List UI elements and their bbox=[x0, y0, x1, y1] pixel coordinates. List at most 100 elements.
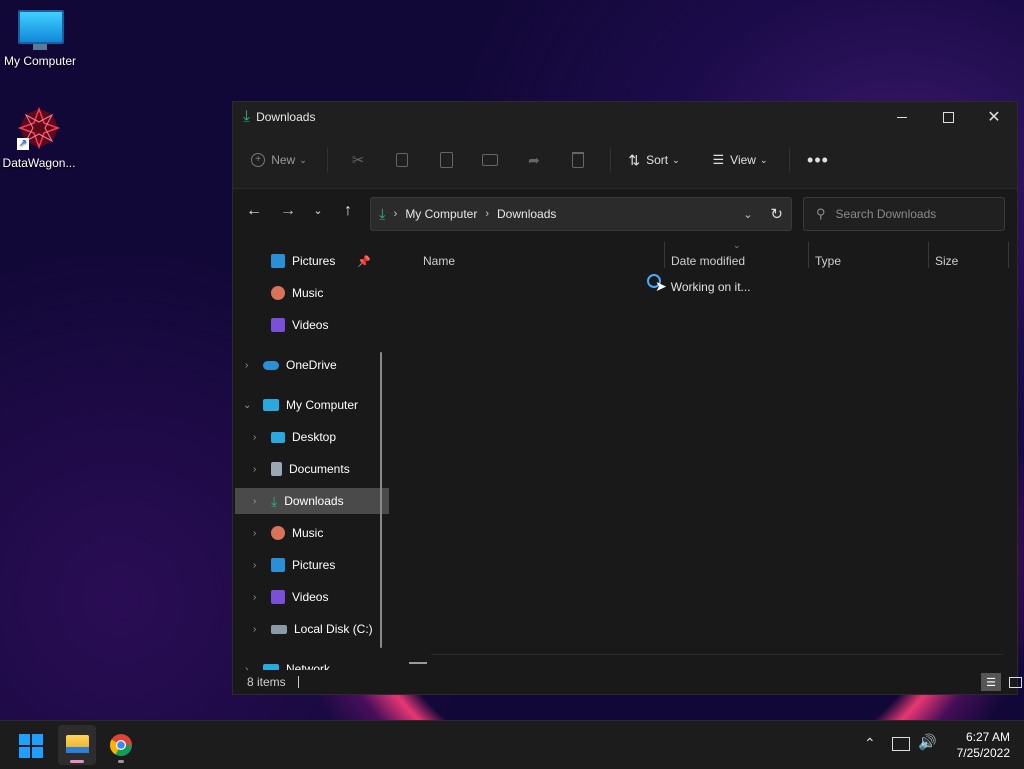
breadcrumb-my-computer[interactable]: My Computer bbox=[405, 207, 477, 221]
cloud-icon bbox=[263, 360, 279, 370]
desktop-icon-datawagon[interactable]: ↗ DataWagon... bbox=[0, 106, 79, 170]
taskbar-chrome-button[interactable] bbox=[104, 725, 138, 765]
nav-item-videos[interactable]: › Videos bbox=[235, 584, 389, 610]
column-divider[interactable] bbox=[808, 242, 809, 268]
nav-item-network[interactable]: › Network bbox=[235, 656, 389, 670]
more-options-button[interactable]: ••• bbox=[798, 144, 838, 176]
chevron-up-icon: ⌃ bbox=[864, 735, 876, 751]
nav-item-label: Local Disk (C:) bbox=[294, 622, 373, 636]
nav-item-pictures[interactable]: › Pictures bbox=[235, 552, 389, 578]
breadcrumb-downloads[interactable]: Downloads bbox=[497, 207, 556, 221]
details-view-button[interactable]: ☰ bbox=[981, 673, 1001, 691]
view-button[interactable]: ☰ View ⌄ bbox=[703, 144, 777, 176]
nav-item-label: Documents bbox=[289, 462, 350, 476]
sort-button-label: Sort bbox=[646, 153, 669, 167]
clock[interactable]: 6:27 AM 7/25/2022 bbox=[944, 729, 1010, 761]
show-hidden-icons-button[interactable]: ⌃ bbox=[864, 735, 876, 752]
chevron-right-icon: › bbox=[253, 495, 257, 507]
start-button[interactable] bbox=[18, 733, 44, 759]
minimize-button[interactable] bbox=[879, 102, 925, 132]
chevron-right-icon: › bbox=[253, 591, 257, 603]
folder-blue-band bbox=[66, 747, 89, 753]
file-explorer-window: ⤓ Downloads ✕ + New ⌄ ✂ ➦ ⇅ Sort ⌄ ☰ Vie… bbox=[232, 101, 1022, 695]
nav-item-my-computer[interactable]: ⌄ My Computer bbox=[235, 392, 389, 418]
running-indicator bbox=[118, 760, 124, 763]
status-divider bbox=[297, 676, 299, 688]
close-button[interactable]: ✕ bbox=[971, 102, 1017, 132]
delete-button[interactable] bbox=[558, 144, 598, 176]
copy-button[interactable] bbox=[382, 144, 422, 176]
view-button-label: View bbox=[730, 153, 756, 167]
chevron-right-icon: › bbox=[393, 208, 398, 220]
chevron-down-icon: ⌄ bbox=[243, 399, 252, 411]
maximize-icon bbox=[942, 111, 954, 123]
nav-item-downloads[interactable]: › ⤓ Downloads bbox=[235, 488, 389, 514]
details-view-icon: ☰ bbox=[986, 676, 996, 689]
taskbar-file-explorer-button[interactable] bbox=[58, 725, 96, 765]
chevron-right-icon: › bbox=[253, 623, 257, 635]
refresh-button[interactable]: ↻ bbox=[770, 205, 783, 223]
column-divider[interactable] bbox=[928, 242, 929, 268]
file-list[interactable]: Name ⌄ Date modified Type Size ➤ Working… bbox=[391, 240, 1015, 670]
nav-item-music-quick[interactable]: Music bbox=[235, 280, 389, 306]
sort-button[interactable]: ⇅ Sort ⌄ bbox=[619, 144, 689, 176]
search-box[interactable]: ⚲ Search Downloads bbox=[803, 197, 1005, 231]
maximize-button[interactable] bbox=[925, 102, 971, 132]
share-button[interactable]: ➦ bbox=[514, 144, 554, 176]
nav-item-onedrive[interactable]: › OneDrive bbox=[235, 352, 389, 378]
new-button[interactable]: + New ⌄ bbox=[245, 144, 313, 176]
download-icon: ⤓ bbox=[271, 492, 278, 509]
share-icon: ➦ bbox=[528, 151, 540, 168]
column-divider[interactable] bbox=[664, 242, 665, 268]
scroll-track bbox=[431, 654, 1003, 655]
chevron-right-icon: › bbox=[253, 431, 257, 443]
documents-icon bbox=[271, 462, 282, 476]
nav-scrollbar[interactable] bbox=[380, 352, 382, 648]
search-icon: ⚲ bbox=[816, 206, 826, 221]
volume-tray-icon[interactable]: 🔊 bbox=[918, 733, 937, 751]
videos-icon bbox=[271, 590, 285, 604]
address-bar[interactable]: ⤓ › My Computer › Downloads ⌄ ↻ bbox=[370, 197, 792, 231]
up-button[interactable]: ↑ bbox=[337, 202, 359, 224]
rename-button[interactable] bbox=[470, 144, 510, 176]
nav-item-local-disk[interactable]: › Local Disk (C:) bbox=[235, 616, 389, 642]
nav-item-label: OneDrive bbox=[286, 358, 337, 372]
back-button[interactable]: ← bbox=[243, 202, 265, 224]
item-count: 8 items bbox=[247, 675, 286, 689]
nav-item-label: Videos bbox=[292, 318, 329, 332]
nav-item-videos-quick[interactable]: Videos bbox=[235, 312, 389, 338]
search-placeholder: Search Downloads bbox=[835, 207, 937, 221]
chevron-down-icon: ⌄ bbox=[743, 208, 753, 221]
network-tray-icon[interactable] bbox=[892, 737, 910, 751]
pictures-icon bbox=[271, 254, 285, 268]
cut-button[interactable]: ✂ bbox=[338, 144, 378, 176]
nav-item-label: Music bbox=[292, 526, 324, 540]
download-icon: ⤓ bbox=[379, 205, 386, 223]
thumbnail-view-button[interactable] bbox=[1005, 673, 1024, 691]
chevron-right-icon: › bbox=[485, 208, 490, 220]
column-type[interactable]: Type bbox=[815, 254, 841, 268]
column-name[interactable]: Name bbox=[423, 254, 455, 268]
nav-item-desktop[interactable]: › Desktop bbox=[235, 424, 389, 450]
address-dropdown-button[interactable]: ⌄ bbox=[743, 208, 752, 221]
copy-icon bbox=[396, 153, 408, 167]
chevron-right-icon: › bbox=[253, 527, 257, 539]
nav-item-pictures-quick[interactable]: Pictures 📌 bbox=[235, 248, 389, 274]
nav-item-music[interactable]: › Music bbox=[235, 520, 389, 546]
forward-button[interactable]: → bbox=[277, 202, 299, 224]
view-icon: ☰ bbox=[712, 152, 725, 167]
recent-locations-button[interactable]: ⌄ bbox=[309, 204, 327, 226]
paste-button[interactable] bbox=[426, 144, 466, 176]
column-size[interactable]: Size bbox=[935, 254, 958, 268]
column-date-modified[interactable]: Date modified bbox=[671, 254, 745, 268]
chrome-icon bbox=[110, 734, 132, 756]
column-divider[interactable] bbox=[1008, 242, 1009, 268]
desktop-icon-my-computer[interactable]: My Computer bbox=[0, 10, 80, 68]
minimize-icon bbox=[897, 116, 907, 118]
refresh-icon: ↻ bbox=[770, 206, 783, 223]
videos-icon bbox=[271, 318, 285, 332]
horizontal-scrollbar[interactable] bbox=[409, 662, 427, 664]
pin-icon: 📌 bbox=[357, 255, 371, 268]
nav-item-documents[interactable]: › Documents bbox=[235, 456, 389, 482]
title-bar[interactable]: ⤓ Downloads ✕ bbox=[233, 102, 1017, 132]
